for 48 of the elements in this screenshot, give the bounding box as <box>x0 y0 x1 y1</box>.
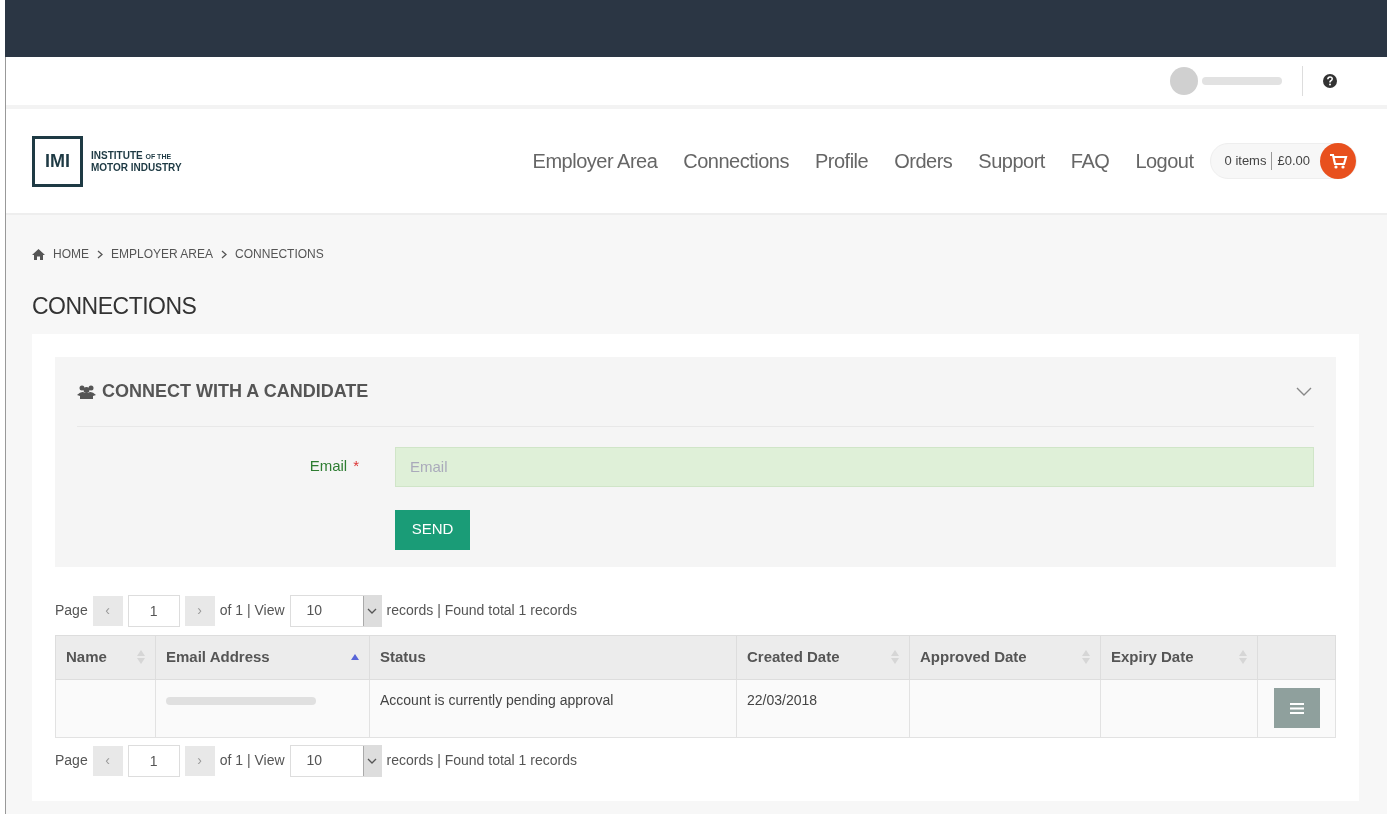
chevron-right-icon <box>221 249 228 259</box>
nav-link[interactable]: Support <box>978 146 1045 176</box>
breadcrumb-link[interactable]: CONNECTIONS <box>235 245 324 263</box>
breadcrumb-link[interactable]: EMPLOYER AREA <box>111 245 214 263</box>
caret-icon <box>367 757 378 764</box>
breadcrumb-link[interactable]: HOME <box>53 245 89 263</box>
page-label: Page <box>55 751 88 770</box>
cart-item-count: 0 items <box>1224 152 1267 171</box>
menu-icon <box>1289 702 1304 714</box>
page-count-text: of 1 | View <box>219 751 285 770</box>
help-icon[interactable] <box>1323 74 1337 88</box>
nav-link[interactable]: Profile <box>814 146 869 176</box>
column-header[interactable]: Approved Date <box>909 635 1101 679</box>
records-summary: records | Found total 1 records <box>386 601 577 620</box>
users-icon <box>77 383 96 399</box>
nav-link[interactable]: Orders <box>894 146 953 176</box>
column-header[interactable]: Email Address <box>155 635 370 679</box>
cart-total: £0.00 <box>1277 152 1310 171</box>
send-button[interactable]: SEND <box>395 509 470 550</box>
table-cell: 22/03/2018 <box>736 679 910 737</box>
page-label: Page <box>55 601 88 620</box>
nav-link[interactable]: Connections <box>683 146 789 176</box>
email-field[interactable]: Email <box>395 446 1314 487</box>
page-title: CONNECTIONS <box>32 292 198 321</box>
page-number-field[interactable]: 1 <box>127 744 180 777</box>
page-number-field[interactable]: 1 <box>127 594 180 627</box>
required-mark: * <box>353 456 359 477</box>
nav-link[interactable]: FAQ <box>1070 146 1110 176</box>
chevron-right-icon <box>97 249 103 259</box>
home-icon <box>32 248 45 260</box>
nav-link[interactable]: Logout <box>1135 146 1194 176</box>
column-header[interactable]: Name <box>55 635 156 679</box>
nav-link[interactable]: Employer Area <box>532 146 658 176</box>
column-header[interactable]: Created Date <box>736 635 910 679</box>
table-cell: Account is currently pending approval <box>369 679 737 737</box>
row-menu-button[interactable] <box>1273 688 1320 728</box>
view-count-dropdown[interactable]: 10 <box>289 744 382 777</box>
records-summary: records | Found total 1 records <box>386 751 577 770</box>
caret-icon <box>367 607 378 614</box>
panel-title: CONNECT WITH A CANDIDATE <box>102 379 369 403</box>
email-label: Email <box>309 456 348 477</box>
cart-icon <box>1320 143 1356 179</box>
cart-widget[interactable]: 0 items £0.00 <box>1209 143 1357 179</box>
page-count-text: of 1 | View <box>219 601 285 620</box>
view-count-dropdown[interactable]: 10 <box>289 594 382 627</box>
column-header[interactable]: Expiry Date <box>1100 635 1258 679</box>
avatar[interactable] <box>1170 67 1198 95</box>
column-header[interactable]: Status <box>369 635 737 679</box>
